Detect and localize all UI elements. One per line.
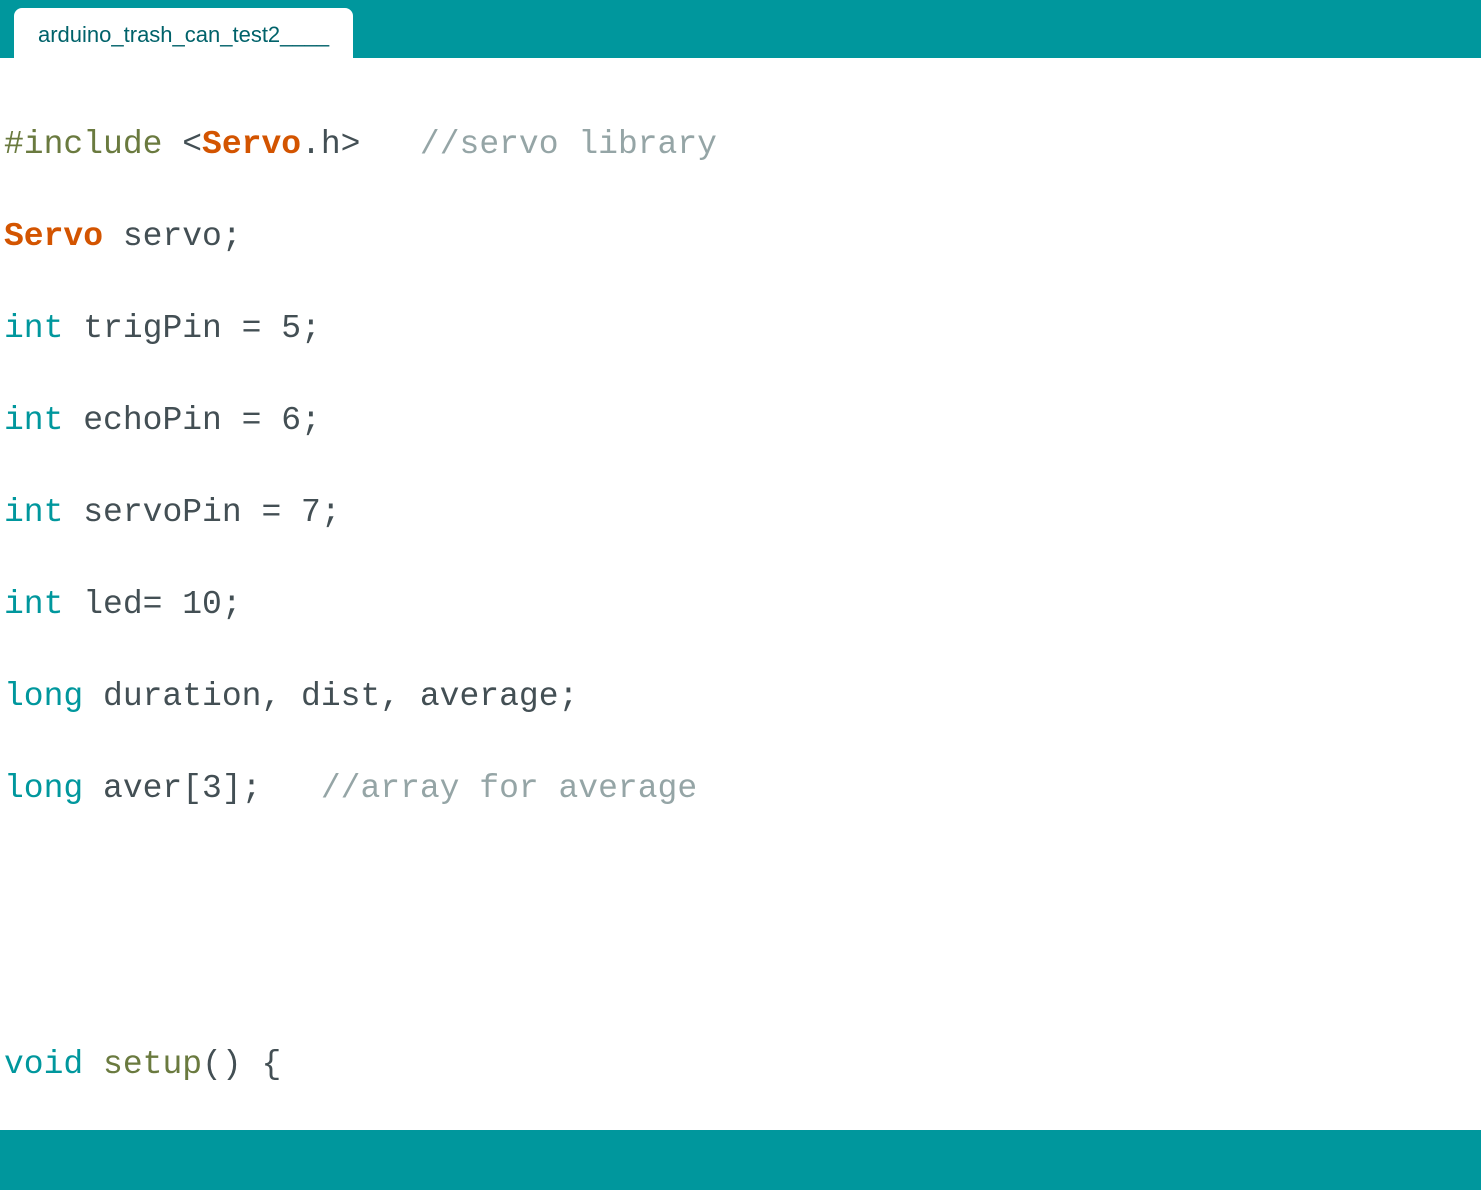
code-text: duration, dist, average; (83, 678, 638, 715)
type-keyword: int (4, 494, 63, 531)
type-keyword: int (4, 310, 63, 347)
class-name: Servo (4, 218, 103, 255)
code-editor[interactable]: #include <Servo.h> //servo library Servo… (0, 58, 1481, 1130)
code-text (83, 1046, 103, 1083)
code-text: servo; (103, 218, 321, 255)
type-keyword: long (4, 678, 83, 715)
code-text: led= 10; (63, 586, 241, 623)
type-keyword: int (4, 402, 63, 439)
class-name: Servo (202, 126, 301, 163)
preprocessor-directive: #include (4, 126, 162, 163)
type-keyword: int (4, 586, 63, 623)
tab-bar: arduino_trash_can_test2____ (0, 0, 1481, 58)
type-keyword: long (4, 770, 83, 807)
code-text: .h> (301, 126, 420, 163)
comment: //array for average (321, 770, 697, 807)
status-bar (0, 1130, 1481, 1190)
code-text: < (162, 126, 202, 163)
code-text: () { (202, 1046, 420, 1083)
code-text: echoPin = 6; (63, 402, 380, 439)
tab-sketch[interactable]: arduino_trash_can_test2____ (14, 8, 353, 58)
type-keyword: void (4, 1046, 83, 1083)
function-name: setup (103, 1046, 202, 1083)
code-text: servoPin = 7; (63, 494, 340, 531)
code-text: trigPin = 5; (63, 310, 400, 347)
code-text: aver[3]; (83, 770, 321, 807)
comment: //servo library (420, 126, 717, 163)
